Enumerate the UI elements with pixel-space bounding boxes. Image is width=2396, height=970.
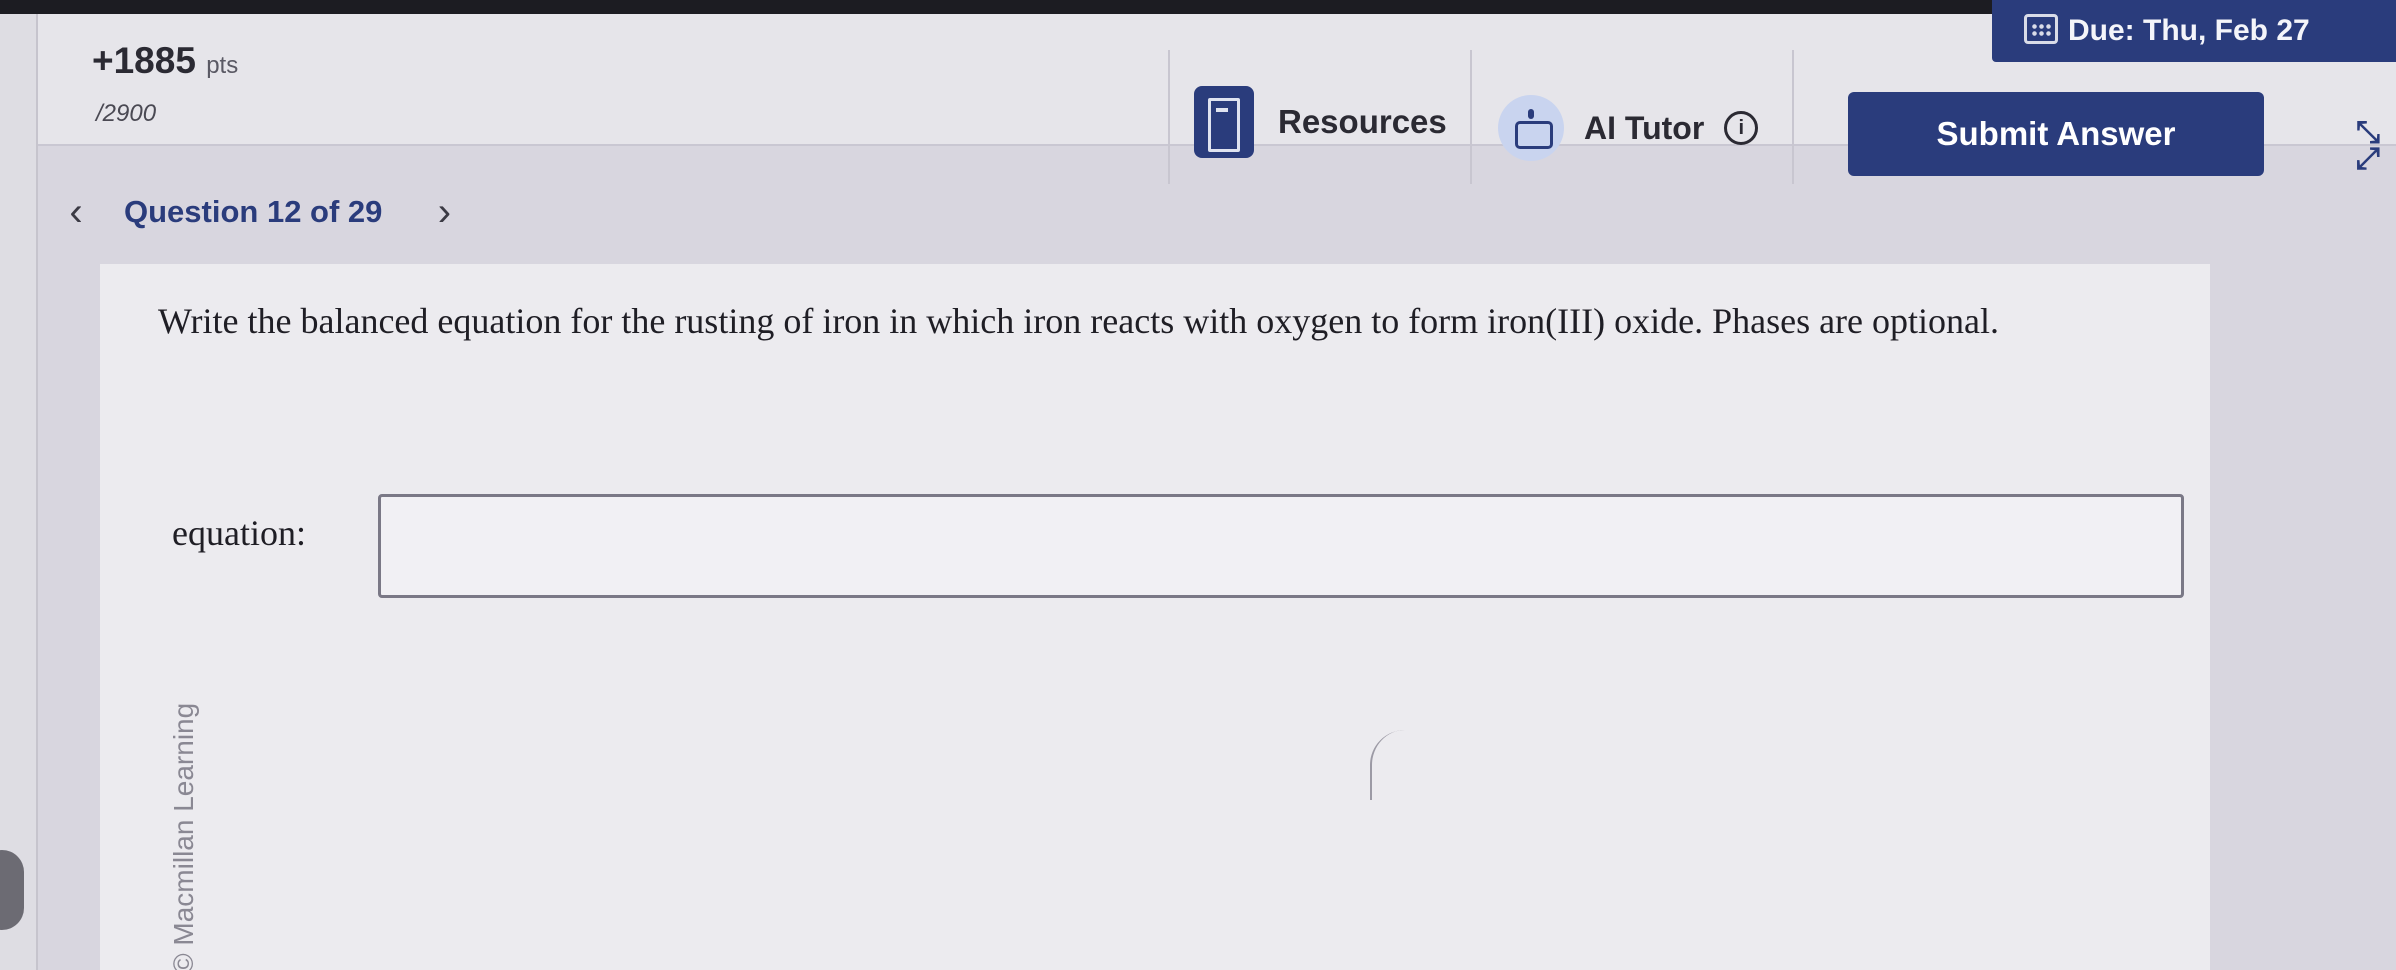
question-panel — [100, 264, 2210, 970]
due-date-label: Due: Thu, Feb 27 — [2068, 14, 2310, 47]
calendar-icon — [2024, 14, 2058, 44]
resources-label: Resources — [1278, 103, 1447, 140]
equation-label: equation: — [172, 513, 306, 553]
question-counter: Question 12 of 29 — [124, 194, 383, 229]
submit-answer-button[interactable]: Submit Answer — [1848, 92, 2264, 176]
divider — [1792, 50, 1794, 184]
ai-tutor-label: AI Tutor — [1584, 109, 1705, 146]
info-icon[interactable]: i — [1724, 111, 1759, 145]
ai-tutor-button[interactable]: AI Tutor i — [1498, 82, 1759, 174]
divider — [1168, 50, 1170, 184]
due-date-badge: Due: Thu, Feb 27 — [1992, 0, 2396, 62]
expand-icon[interactable]: ⤡ ⤢ — [2356, 118, 2396, 176]
side-handle[interactable] — [0, 850, 24, 930]
left-edge-panel — [0, 14, 38, 970]
equation-input[interactable] — [378, 494, 2184, 598]
resources-button[interactable]: Resources — [1194, 76, 1447, 168]
points-unit: pts — [206, 52, 239, 79]
divider — [1470, 50, 1472, 184]
chevron-right-icon[interactable]: › — [426, 190, 462, 235]
book-icon — [1194, 86, 1254, 158]
points-value: +1885 — [92, 40, 196, 81]
chevron-left-icon[interactable]: ‹ — [58, 190, 94, 235]
points-total: /2900 — [96, 100, 157, 127]
points-score: +1885 pts — [92, 40, 238, 82]
copyright-watermark: © Macmillan Learning — [168, 702, 199, 970]
question-prompt: Write the balanced equation for the rust… — [158, 301, 2000, 341]
question-navigation: ‹ Question 12 of 29 › — [58, 188, 462, 236]
screen-glare — [1370, 730, 1440, 800]
robot-icon — [1498, 95, 1564, 161]
